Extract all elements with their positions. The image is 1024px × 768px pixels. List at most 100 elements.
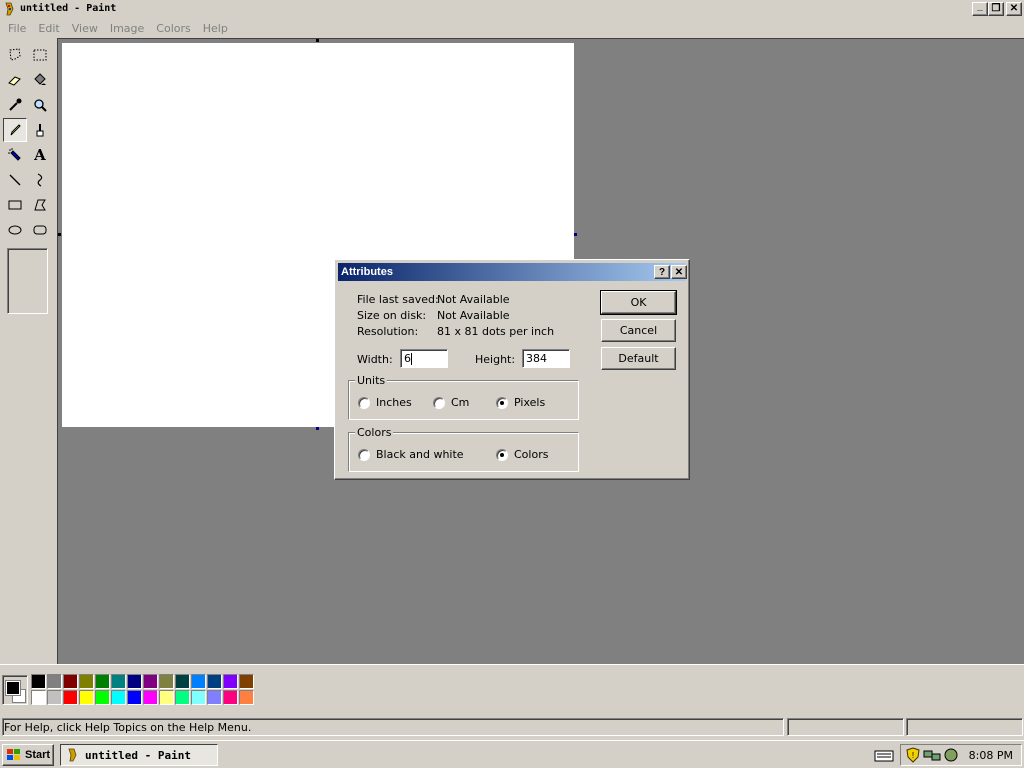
palette-swatch[interactable] — [239, 674, 254, 689]
clock[interactable]: 8:08 PM — [969, 749, 1013, 762]
tool-options-box[interactable] — [7, 248, 48, 314]
palette-swatch[interactable] — [127, 674, 142, 689]
units-group: Units Inches Cm Pixels — [348, 374, 579, 420]
rounded-rect-icon — [33, 225, 47, 235]
palette-swatch[interactable] — [159, 690, 174, 705]
radio-colors[interactable]: Colors — [496, 448, 548, 461]
ok-button[interactable]: OK — [600, 290, 677, 315]
menu-edit[interactable]: Edit — [32, 22, 65, 35]
palette-swatch[interactable] — [207, 674, 222, 689]
tool-text[interactable]: A — [28, 143, 52, 167]
default-button[interactable]: Default — [601, 347, 676, 370]
palette-swatch[interactable] — [95, 674, 110, 689]
palette-swatch[interactable] — [143, 690, 158, 705]
menu-help[interactable]: Help — [197, 22, 234, 35]
height-input[interactable]: 384 — [522, 349, 570, 368]
palette-swatch[interactable] — [175, 674, 190, 689]
close-button[interactable]: ✕ — [1006, 2, 1022, 16]
radio-bw-circle — [358, 448, 370, 461]
menu-view[interactable]: View — [66, 22, 104, 35]
palette-swatch[interactable] — [63, 674, 78, 689]
dialog-close-button[interactable]: ✕ — [671, 265, 687, 279]
tool-brush[interactable] — [28, 118, 52, 142]
rectangle-icon — [8, 200, 22, 210]
palette-swatch[interactable] — [191, 690, 206, 705]
palette-swatch[interactable] — [47, 690, 62, 705]
palette-swatch[interactable] — [79, 674, 94, 689]
palette-swatch[interactable] — [47, 674, 62, 689]
palette-swatch[interactable] — [239, 690, 254, 705]
polygon-icon — [34, 199, 46, 211]
eraser-icon — [8, 76, 21, 86]
resolution-label: Resolution: — [357, 325, 419, 338]
network-icon[interactable] — [923, 747, 941, 763]
start-button[interactable]: Start — [2, 744, 54, 766]
size-on-disk-value: Not Available — [437, 309, 510, 322]
palette-swatch[interactable] — [143, 674, 158, 689]
resize-handle-bottom[interactable] — [316, 427, 319, 430]
radio-pixels[interactable]: Pixels — [496, 396, 545, 409]
current-colors[interactable] — [2, 675, 28, 705]
tool-rounded-rectangle[interactable] — [28, 218, 52, 242]
keyboard-icon[interactable] — [874, 747, 894, 763]
taskbar-paint-button[interactable]: untitled - Paint — [60, 744, 218, 766]
radio-inches[interactable]: Inches — [358, 396, 412, 409]
color-palette — [0, 664, 1024, 714]
palette-swatch[interactable] — [223, 674, 238, 689]
app-tray-icon[interactable] — [943, 747, 959, 763]
palette-swatch[interactable] — [127, 690, 142, 705]
tool-pick-color[interactable] — [3, 93, 27, 117]
tool-select[interactable] — [28, 43, 52, 67]
tool-ellipse[interactable] — [3, 218, 27, 242]
minimize-button[interactable]: _ — [972, 2, 988, 16]
tool-magnifier[interactable] — [28, 93, 52, 117]
taskbar: Start untitled - Paint ! 8:08 PM — [0, 740, 1024, 768]
width-input[interactable]: 6 — [400, 349, 448, 368]
tool-polygon[interactable] — [28, 193, 52, 217]
tool-rectangle[interactable] — [3, 193, 27, 217]
radio-black-and-white[interactable]: Black and white — [358, 448, 464, 461]
free-select-icon — [9, 48, 21, 61]
palette-swatch[interactable] — [223, 690, 238, 705]
radio-cm[interactable]: Cm — [433, 396, 469, 409]
palette-swatch[interactable] — [159, 674, 174, 689]
palette-swatch[interactable] — [31, 690, 46, 705]
toolbox: A — [0, 40, 56, 664]
resize-handle-right[interactable] — [574, 233, 577, 236]
palette-swatch[interactable] — [31, 674, 46, 689]
palette-swatch[interactable] — [79, 690, 94, 705]
tool-pencil[interactable] — [3, 118, 27, 142]
palette-swatch[interactable] — [95, 690, 110, 705]
paint-app-icon — [5, 2, 14, 16]
palette-swatch[interactable] — [175, 690, 190, 705]
palette-swatch[interactable] — [111, 674, 126, 689]
window-title: untitled - Paint — [20, 3, 117, 14]
close-icon: ✕ — [1009, 3, 1019, 14]
dialog-title-bar: Attributes ? ✕ — [338, 263, 687, 281]
tool-fill[interactable] — [28, 68, 52, 92]
palette-swatch[interactable] — [191, 674, 206, 689]
menu-image[interactable]: Image — [104, 22, 150, 35]
file-last-saved-label: File last saved: — [357, 293, 439, 306]
brush-icon — [36, 124, 44, 137]
line-icon — [9, 174, 21, 186]
radio-inches-circle — [358, 396, 370, 409]
security-shield-icon[interactable]: ! — [906, 747, 920, 763]
palette-swatch[interactable] — [207, 690, 222, 705]
minimize-icon: _ — [977, 1, 983, 12]
menu-file[interactable]: File — [2, 22, 32, 35]
restore-button[interactable]: ❐ — [988, 2, 1004, 16]
status-selection-size — [906, 718, 1023, 736]
tool-line[interactable] — [3, 168, 27, 192]
system-tray: ! 8:08 PM — [900, 744, 1022, 766]
palette-swatch[interactable] — [63, 690, 78, 705]
tool-free-form-select[interactable] — [3, 43, 27, 67]
palette-swatch[interactable] — [111, 690, 126, 705]
menu-colors[interactable]: Colors — [150, 22, 196, 35]
cancel-button[interactable]: Cancel — [601, 319, 676, 342]
status-bar: For Help, click Help Topics on the Help … — [0, 716, 1024, 738]
tool-airbrush[interactable] — [3, 143, 27, 167]
tool-eraser[interactable] — [3, 68, 27, 92]
tool-curve[interactable] — [28, 168, 52, 192]
dialog-help-button[interactable]: ? — [654, 265, 670, 279]
